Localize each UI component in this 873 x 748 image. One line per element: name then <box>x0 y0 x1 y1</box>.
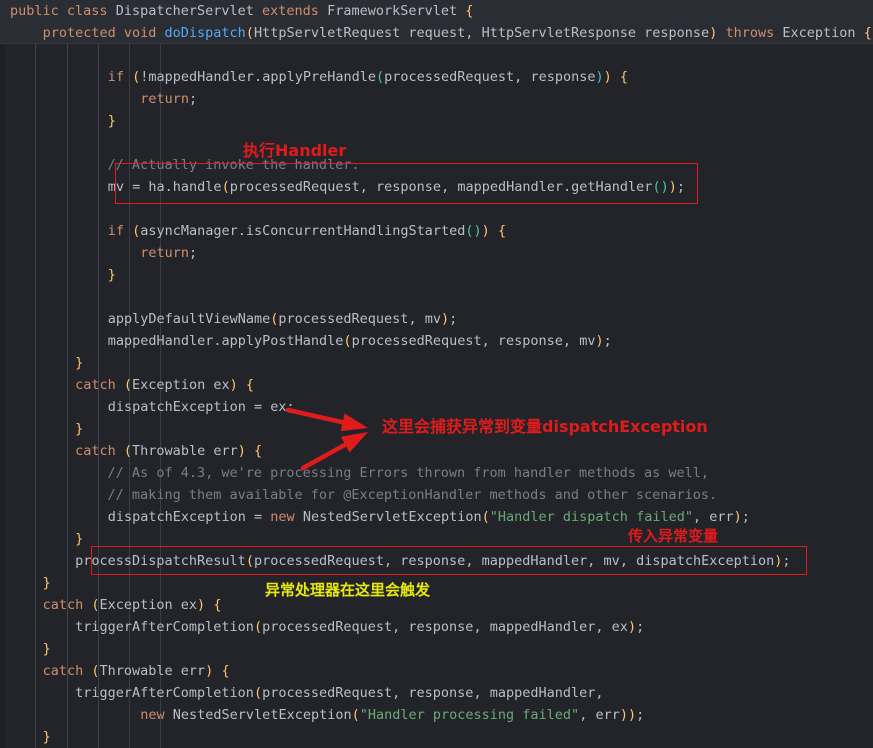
code-line[interactable]: applyDefaultViewName(processedRequest, m… <box>0 308 873 330</box>
code-line[interactable]: } <box>0 528 873 550</box>
code-line[interactable] <box>0 286 873 308</box>
sticky-header-line[interactable]: protected void doDispatch(HttpServletReq… <box>0 22 873 44</box>
code-line[interactable]: // making them available for @ExceptionH… <box>0 484 873 506</box>
code-line[interactable]: } <box>0 726 873 748</box>
annotation-exec-handler: 执行Handler <box>243 141 347 160</box>
code-editor-view: if (!mappedHandler.applyPreHandle(proces… <box>0 0 873 748</box>
code-line[interactable]: if (asyncManager.isConcurrentHandlingSta… <box>0 220 873 242</box>
code-line[interactable]: } <box>0 572 873 594</box>
code-line[interactable] <box>0 198 873 220</box>
code-line[interactable]: } <box>0 638 873 660</box>
code-line[interactable]: if (!mappedHandler.applyPreHandle(proces… <box>0 66 873 88</box>
code-line[interactable]: return; <box>0 88 873 110</box>
code-line[interactable]: catch (Exception ex) { <box>0 594 873 616</box>
code-line[interactable]: catch (Throwable err) { <box>0 440 873 462</box>
code-line[interactable]: } <box>0 264 873 286</box>
annotation-catch-to-var: 这里会捕获异常到变量dispatchException <box>382 417 708 436</box>
code-line[interactable]: // As of 4.3, we're processing Errors th… <box>0 462 873 484</box>
code-line[interactable]: catch (Exception ex) { <box>0 374 873 396</box>
code-line[interactable] <box>0 44 873 66</box>
code-line[interactable]: dispatchException = new NestedServletExc… <box>0 506 873 528</box>
code-line[interactable]: } <box>0 110 873 132</box>
code-line[interactable]: // Actually invoke the handler. <box>0 154 873 176</box>
code-line[interactable]: new NestedServletException("Handler proc… <box>0 704 873 726</box>
sticky-scope-header[interactable]: public class DispatcherServlet extends F… <box>0 0 873 44</box>
annotation-pass-exception-var: 传入异常变量 <box>628 527 719 545</box>
code-line[interactable]: triggerAfterCompletion(processedRequest,… <box>0 682 873 704</box>
code-content[interactable]: if (!mappedHandler.applyPreHandle(proces… <box>0 0 873 748</box>
code-line[interactable]: return; <box>0 242 873 264</box>
code-line[interactable]: processDispatchResult(processedRequest, … <box>0 550 873 572</box>
code-line[interactable]: } <box>0 352 873 374</box>
code-line[interactable]: mappedHandler.applyPostHandle(processedR… <box>0 330 873 352</box>
sticky-header-line[interactable]: public class DispatcherServlet extends F… <box>0 0 873 22</box>
code-line[interactable]: catch (Throwable err) { <box>0 660 873 682</box>
code-line[interactable]: mv = ha.handle(processedRequest, respons… <box>0 176 873 198</box>
annotation-handler-triggers-here: 异常处理器在这里会触发 <box>265 581 431 599</box>
code-line[interactable]: triggerAfterCompletion(processedRequest,… <box>0 616 873 638</box>
code-line[interactable] <box>0 132 873 154</box>
